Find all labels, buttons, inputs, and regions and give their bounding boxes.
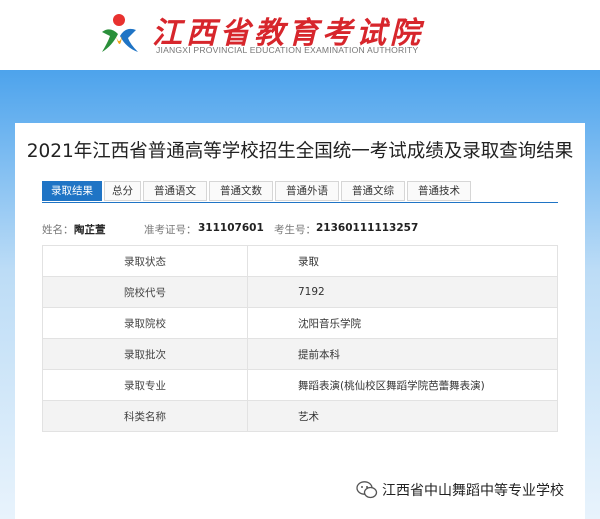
wechat-icon xyxy=(356,481,378,499)
ticket-number: 311107601 xyxy=(198,222,264,234)
tab-arts-math[interactable]: 普通文数 xyxy=(209,181,273,201)
student-name: 陶芷萱 xyxy=(74,224,106,236)
row-value: 艺术 xyxy=(247,400,558,432)
result-panel: 2021年江西省普通高等学校招生全国统一考试成绩及录取查询结果 录取结果 总分 … xyxy=(15,123,585,519)
row-value: 沈阳音乐学院 xyxy=(247,307,558,339)
table-row: 院校代号 7192 xyxy=(42,276,558,308)
site-header: 江西省教育考试院 JIANGXI PROVINCIAL EDUCATION EX… xyxy=(0,0,600,70)
tab-foreign-language[interactable]: 普通外语 xyxy=(275,181,339,201)
table-row: 录取院校 沈阳音乐学院 xyxy=(42,307,558,339)
row-key: 科类名称 xyxy=(42,400,248,432)
row-key: 录取院校 xyxy=(42,307,248,339)
result-table: 录取状态 录取 院校代号 7192 录取院校 沈阳音乐学院 录取批次 提前本科 … xyxy=(42,245,558,432)
row-key: 录取批次 xyxy=(42,338,248,370)
row-key: 院校代号 xyxy=(42,276,248,308)
table-row: 录取批次 提前本科 xyxy=(42,338,558,370)
table-row: 录取状态 录取 xyxy=(42,245,558,277)
row-value: 7192 xyxy=(247,276,558,308)
row-value: 录取 xyxy=(247,245,558,277)
row-key: 录取专业 xyxy=(42,369,248,401)
logo-subtitle: JIANGXI PROVINCIAL EDUCATION EXAMINATION… xyxy=(156,45,419,55)
row-key: 录取状态 xyxy=(42,245,248,277)
row-value: 舞蹈表演(桃仙校区舞蹈学院芭蕾舞表演) xyxy=(247,369,558,401)
tab-technology[interactable]: 普通技术 xyxy=(407,181,471,201)
tab-liberal-arts[interactable]: 普通文综 xyxy=(341,181,405,201)
table-row: 科类名称 艺术 xyxy=(42,400,558,432)
tab-underline xyxy=(42,202,558,203)
row-value: 提前本科 xyxy=(247,338,558,370)
tab-chinese[interactable]: 普通语文 xyxy=(143,181,207,201)
exam-number: 21360111113257 xyxy=(316,222,419,234)
tab-total-score[interactable]: 总分 xyxy=(104,181,141,201)
wechat-watermark: 江西省中山舞蹈中等专业学校 xyxy=(356,480,564,500)
tab-admission-result[interactable]: 录取结果 xyxy=(42,181,102,201)
name-label: 姓名： xyxy=(42,224,74,236)
jx-logo-icon xyxy=(102,14,138,52)
watermark-text: 江西省中山舞蹈中等专业学校 xyxy=(382,483,564,499)
ticket-label: 准考证号： xyxy=(144,224,197,236)
tab-bar: 录取结果 总分 普通语文 普通文数 普通外语 普通文综 普通技术 xyxy=(42,181,473,201)
exam-number-label: 考生号： xyxy=(274,224,316,236)
table-row: 录取专业 舞蹈表演(桃仙校区舞蹈学院芭蕾舞表演) xyxy=(42,369,558,401)
page-title: 2021年江西省普通高等学校招生全国统一考试成绩及录取查询结果 xyxy=(26,141,574,162)
